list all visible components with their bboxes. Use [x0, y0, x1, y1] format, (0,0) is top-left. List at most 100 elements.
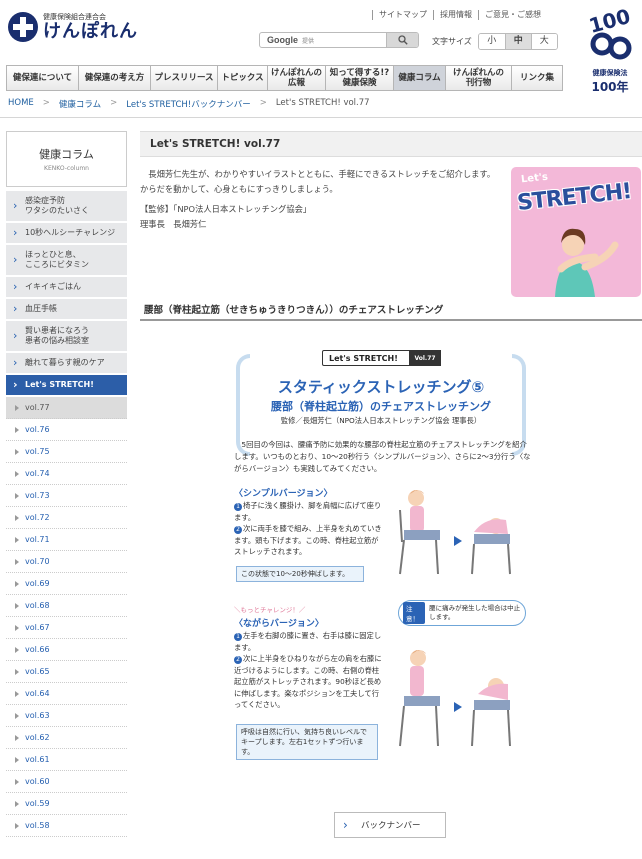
supervisor-name: 理事長 長畑芳仁: [140, 219, 207, 229]
nav-insurance-tips[interactable]: 知って得する!? 健康保険: [325, 65, 393, 91]
recruit-link[interactable]: 採用情報: [433, 10, 478, 20]
sidebar-vol-item[interactable]: vol.64: [6, 683, 127, 705]
hero-image: Let's STRETCH!: [511, 167, 641, 297]
challenge-label: ＼もっとチャレンジ！／: [234, 606, 306, 614]
search-input[interactable]: Google 提供: [259, 32, 419, 48]
series-vol: Vol.77: [409, 350, 441, 366]
article-subheading: 腰部（脊柱起立筋）のチェアストレッチング: [271, 400, 491, 413]
anniversary-100-logo: 100: [588, 6, 632, 60]
supervisor-label: 【監修】「NPO法人日本ストレッチング協会」: [140, 204, 312, 214]
sidebar-vol-item[interactable]: vol.76: [6, 419, 127, 441]
sidebar-vol-item[interactable]: vol.73: [6, 485, 127, 507]
sidebar-vol-item[interactable]: vol.59: [6, 793, 127, 815]
nagara-version-steps: 1 左手を右脚の膝に置き、右手は膝に固定します。 2 次に上半身をひねりながら左の肩…: [234, 630, 384, 711]
breadcrumb-current: Let's STRETCH! vol.77: [275, 98, 370, 108]
nav-health-column[interactable]: 健康コラム: [393, 65, 445, 91]
simple-version-steps: 1 椅子に浅く腰掛け、脚を肩幅に広げて座ります。 2 次に両手を膝で組み、上半身を丸…: [234, 500, 384, 558]
font-size-large[interactable]: 大: [530, 34, 557, 49]
sidebar: 健康コラム KENKO-column 感染症予防 ワタシのたいさく 10秒ヘルシ…: [6, 131, 127, 837]
step-1-icon: 1: [234, 633, 242, 641]
sidebar-title: 健康コラム: [39, 148, 94, 161]
series-label-text: Let's STRETCH!: [329, 353, 398, 363]
sidebar-item-vitamin[interactable]: ほっとひと息、 こころにビタミン: [6, 245, 127, 277]
step-1-icon: 1: [234, 503, 242, 511]
step-2-icon: 2: [234, 526, 242, 534]
sidebar-vol-item[interactable]: vol.63: [6, 705, 127, 727]
sidebar-header[interactable]: 健康コラム KENKO-column: [6, 131, 127, 187]
font-size-small[interactable]: 小: [478, 34, 505, 49]
badge-number: 100年: [591, 80, 629, 94]
back-number-button[interactable]: バックナンバー: [334, 812, 446, 838]
nav-press[interactable]: プレスリリース: [150, 65, 217, 91]
feedback-link[interactable]: ご意見・ご感想: [478, 10, 547, 20]
sidebar-vol-item[interactable]: vol.62: [6, 727, 127, 749]
site-logo[interactable]: 健康保険組合連合会 けんぽれん: [8, 12, 138, 42]
sidebar-item-infection[interactable]: 感染症予防 ワタシのたいさく: [6, 191, 127, 223]
search-icon: [398, 35, 408, 45]
divider: [0, 117, 642, 118]
global-nav: 健保連について 健保連の考え方 プレスリリース トピックス けんぽれんの 広報 …: [6, 65, 563, 91]
section-title: 腰部（脊柱起立筋（せきちゅうきりつきん））のチェアストレッチング: [140, 299, 642, 321]
font-size-medium[interactable]: 中: [504, 34, 531, 49]
nav-topics[interactable]: トピックス: [217, 65, 267, 91]
search-provider-label: Google: [267, 35, 298, 45]
simple-note: この状態で10～20秒伸ばします。: [236, 566, 364, 582]
sidebar-vol-item[interactable]: vol.75: [6, 441, 127, 463]
sidebar-item-patient[interactable]: 賢い患者になろう 患者の悩み相談室: [6, 321, 127, 353]
breadcrumb-backnumber[interactable]: Let's STRETCH!バックナンバー: [126, 98, 250, 110]
sidebar-vol-item[interactable]: vol.74: [6, 463, 127, 485]
sidebar-vol-item[interactable]: vol.77: [6, 397, 127, 419]
main-content: Let's STRETCH! vol.77 長畑芳仁先生が、わかりやすいイラスト…: [140, 131, 642, 321]
badge-caption: 健康保険法: [592, 69, 628, 77]
anniversary-badge[interactable]: 100 健康保険法 100年: [584, 6, 636, 94]
breadcrumb-home[interactable]: HOME: [8, 98, 34, 110]
nagara-step-1: 左手を右脚の膝に置き、右手は膝に固定します。: [234, 631, 382, 652]
simple-step-1: 椅子に浅く腰掛け、脚を肩幅に広げて座ります。: [234, 501, 382, 522]
sidebar-vol-item[interactable]: vol.60: [6, 771, 127, 793]
sidebar-vol-item[interactable]: vol.58: [6, 815, 127, 837]
simple-step-2: 次に両手を膝で組み、上半身を丸めていきます。頭も下げます。この時、脊柱起立筋がス…: [234, 524, 382, 556]
sidebar-item-parent-care[interactable]: 離れて暮らす親のケア: [6, 353, 127, 375]
nav-about[interactable]: 健保連について: [6, 65, 78, 91]
search-button[interactable]: [386, 33, 418, 47]
font-size-control: 文字サイズ 小 中 大: [432, 33, 558, 50]
utility-links: サイトマップ 採用情報 ご意見・ご感想: [372, 10, 547, 20]
sidebar-vol-item[interactable]: vol.71: [6, 529, 127, 551]
sidebar-item-blood-pressure[interactable]: 血圧手帳: [6, 299, 127, 321]
article-supervisor: 監修／長畑芳仁（NPO法人日本ストレッチング協会 理事長）: [280, 416, 482, 425]
svg-text:100: 100: [588, 6, 632, 38]
warning-tag: 注意！: [403, 602, 426, 624]
sidebar-vol-item[interactable]: vol.67: [6, 617, 127, 639]
series-label: Let's STRETCH! Vol.77: [322, 350, 441, 366]
warning-text: 腰に痛みが発生した場合は中止します。: [429, 604, 521, 621]
article-heading: スタティックストレッチング⑤: [277, 378, 485, 396]
nav-links[interactable]: リンク集: [511, 65, 563, 91]
logo-title: けんぽれん: [43, 21, 138, 42]
nagara-note: 呼吸は自然に行い、気持ち良いレベルでキープします。左右1セットずつ行います。: [236, 724, 378, 760]
sidebar-vol-item[interactable]: vol.65: [6, 661, 127, 683]
nav-policy[interactable]: 健保連の考え方: [78, 65, 150, 91]
nagara-stretch-illustration: [399, 650, 511, 747]
sidebar-item-stretch[interactable]: Let's STRETCH!: [6, 375, 127, 397]
simple-stretch-illustration: [399, 490, 511, 575]
sidebar-vol-item[interactable]: vol.66: [6, 639, 127, 661]
breadcrumb-health-column[interactable]: 健康コラム: [59, 98, 101, 110]
font-size-label: 文字サイズ: [432, 37, 472, 46]
sidebar-subtitle: KENKO-column: [44, 165, 89, 172]
sidebar-item-10sec[interactable]: 10秒ヘルシーチャレンジ: [6, 223, 127, 245]
breadcrumb-chevron-icon: >: [110, 98, 118, 108]
sidebar-vol-item[interactable]: vol.69: [6, 573, 127, 595]
stretching-woman-illustration: [555, 228, 619, 297]
nav-publications[interactable]: けんぽれんの 刊行物: [445, 65, 511, 91]
simple-version-title: 〈シンプルバージョン〉: [234, 489, 333, 499]
sidebar-vol-item[interactable]: vol.72: [6, 507, 127, 529]
logo-cross-icon: [8, 12, 38, 42]
sidebar-vol-item[interactable]: vol.61: [6, 749, 127, 771]
sidebar-vol-item[interactable]: vol.70: [6, 551, 127, 573]
sitemap-link[interactable]: サイトマップ: [372, 10, 433, 20]
warning-callout: 注意！ 腰に痛みが発生した場合は中止します。: [398, 600, 526, 626]
nav-publicity[interactable]: けんぽれんの 広報: [267, 65, 325, 91]
breadcrumb-chevron-icon: >: [42, 98, 50, 108]
sidebar-item-gohan[interactable]: イキイキごはん: [6, 277, 127, 299]
sidebar-vol-item[interactable]: vol.68: [6, 595, 127, 617]
